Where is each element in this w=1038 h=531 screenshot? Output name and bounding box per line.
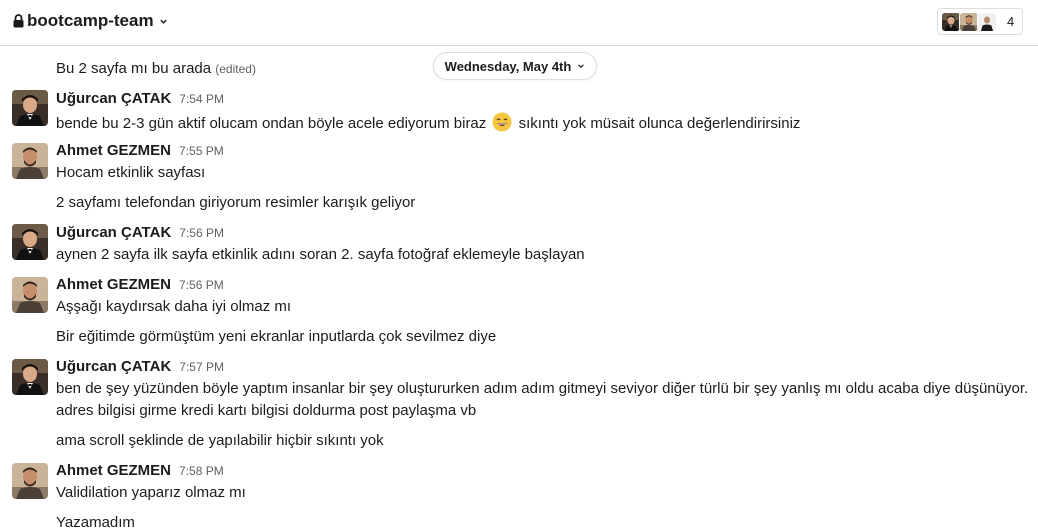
message-text: Hocam etkinlik sayfası [56,164,206,181]
smile-emoji-icon [492,112,512,132]
message-header: Uğurcan ÇATAK 7:54 PM [56,90,224,107]
avatar[interactable] [12,359,48,395]
edited-label: (edited) [215,62,256,76]
sender-name[interactable]: Ahmet GEZMEN [56,462,171,479]
message-header: Ahmet GEZMEN 7:58 PM [56,462,224,479]
message-header: Uğurcan ÇATAK 7:57 PM [56,358,224,375]
message-text: adres bilgisi girme kredi kartı bilgisi … [56,402,477,419]
message-text: ben de şey yüzünden böyle yaptım insanla… [56,380,1029,397]
message-text: bende bu 2-3 gün aktif olucam ondan böyl… [56,112,800,132]
avatar[interactable] [12,277,48,313]
message-header: Ahmet GEZMEN 7:55 PM [56,142,224,159]
message-timestamp[interactable]: 7:56 PM [179,226,224,240]
message-text: Bu 2 sayfa mı bu arada (edited) [56,60,256,77]
message-header: Uğurcan ÇATAK 7:56 PM [56,224,224,241]
avatar[interactable] [12,90,48,126]
message-timestamp[interactable]: 7:55 PM [179,144,224,158]
date-divider-button[interactable]: Wednesday, May 4th [433,52,597,80]
date-divider-label: Wednesday, May 4th [444,58,572,74]
sender-name[interactable]: Ahmet GEZMEN [56,276,171,293]
avatar[interactable] [12,463,48,499]
message-text: ama scroll şeklinde de yapılabilir hiçbi… [56,432,384,449]
message-text: Validilation yaparız olmaz mı [56,484,246,501]
message-text: Aşşağı kaydırsak daha iyi olmaz mı [56,298,292,315]
message-timestamp[interactable]: 7:58 PM [179,464,224,478]
message-timestamp[interactable]: 7:57 PM [179,360,224,374]
avatar[interactable] [12,224,48,260]
sender-name[interactable]: Uğurcan ÇATAK [56,358,171,375]
chevron-down-icon [159,19,167,24]
member-avatar [959,11,979,32]
message-timestamp[interactable]: 7:54 PM [179,92,224,106]
channel-name-button[interactable]: bootcamp-team [13,11,168,31]
sender-name[interactable]: Ahmet GEZMEN [56,142,171,159]
channel-name: bootcamp-team [27,11,154,30]
chevron-down-icon [578,64,585,69]
member-avatar [941,11,961,32]
member-list-button[interactable]: 4 [937,8,1023,35]
avatar[interactable] [12,143,48,179]
lock-icon [13,14,24,28]
channel-header: bootcamp-team 4 [0,0,1038,46]
message-text: Yazamadım [56,514,135,531]
message-text: Bir eğitimde görmüştüm yeni ekranlar inp… [56,328,497,345]
sender-name[interactable]: Uğurcan ÇATAK [56,224,171,241]
member-avatar [977,11,997,32]
message-header: Ahmet GEZMEN 7:56 PM [56,276,224,293]
message-text: aynen 2 sayfa ilk sayfa etkinlik adını s… [56,246,585,263]
sender-name[interactable]: Uğurcan ÇATAK [56,90,171,107]
member-count: 4 [1007,14,1015,29]
message-timestamp[interactable]: 7:56 PM [179,278,224,292]
message-text: 2 sayfamı telefondan giriyorum resimler … [56,194,416,211]
